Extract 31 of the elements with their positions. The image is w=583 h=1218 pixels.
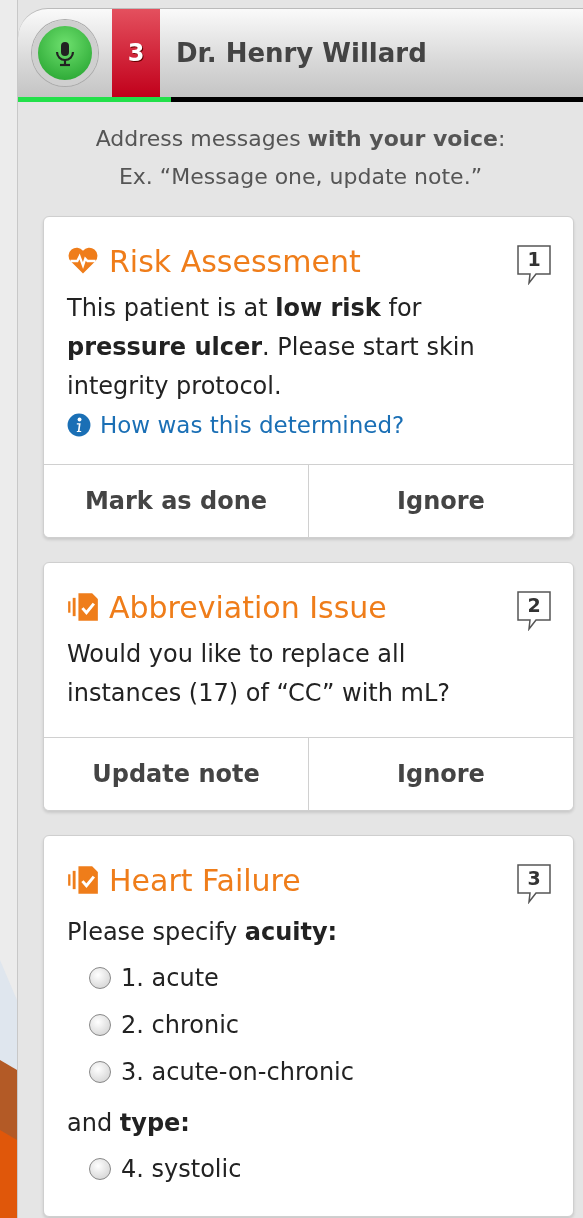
radio-option[interactable]: 1. acute	[67, 954, 551, 1001]
action-button[interactable]: Ignore	[308, 738, 573, 810]
radio-button[interactable]	[89, 1060, 111, 1083]
radio-option[interactable]: 4. systolic	[67, 1145, 551, 1192]
radio-option[interactable]: 2. chronic	[67, 1001, 551, 1048]
radio-button[interactable]	[89, 1157, 111, 1180]
document-check-icon	[67, 864, 99, 896]
document-check-icon	[67, 591, 99, 623]
instruction-text: Ex. “Message one, update note.”	[117, 163, 484, 191]
instruction-text: Address messages with your voice:	[94, 125, 507, 153]
radio-button[interactable]	[89, 966, 111, 989]
action-button[interactable]: Mark as done	[44, 465, 308, 537]
message-number: 3	[517, 864, 551, 904]
microphone-button[interactable]	[32, 20, 98, 86]
message-number: 2	[517, 591, 551, 631]
message-number: 1	[517, 245, 551, 285]
question-text: and type:	[67, 1108, 191, 1139]
question-text: Please specify acuity:	[67, 917, 339, 948]
message-title: Risk Assessment	[109, 243, 362, 279]
unread-count: 3	[112, 9, 160, 97]
message-title: Abbreviation Issue	[109, 589, 388, 625]
radio-button[interactable]	[89, 1013, 111, 1036]
action-button[interactable]: Update note	[44, 738, 308, 810]
help-link[interactable]: How was this determined?	[100, 412, 405, 438]
message-title: Heart Failure	[109, 862, 302, 898]
message-text: This patient is at low risk for pressure ulcer. Please start skin integrity protocol.	[67, 293, 476, 402]
doctor-name: Dr. Henry Willard	[175, 37, 427, 70]
message-text: Would you like to replace all instances (17) of “CC” with mL?	[67, 639, 452, 709]
action-button[interactable]: Ignore	[308, 465, 573, 537]
info-icon	[67, 413, 91, 437]
radio-option[interactable]: 3. acute-on-chronic	[67, 1048, 551, 1095]
